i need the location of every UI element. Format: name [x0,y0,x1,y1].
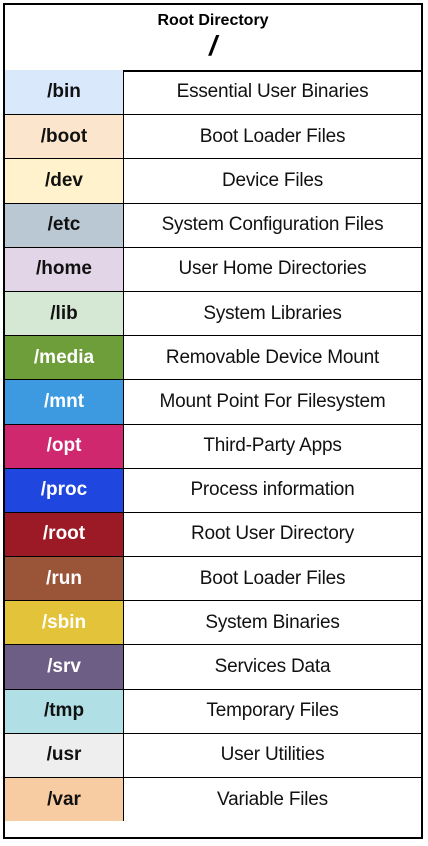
table-row: /opt Third-Party Apps [5,423,421,468]
table-row: /usr User Utilities [5,732,421,777]
directory-description-cell: Removable Device Mount [165,346,380,368]
table-row: /bin Essential User Binaries [5,70,421,115]
table-row: /tmp Temporary Files [5,688,421,733]
directory-description-cell: Third-Party Apps [203,435,342,457]
header-title: Root Directory [157,12,269,29]
table-row: /srv Services Data [5,644,421,689]
directory-description-cell: System Configuration Files [161,214,384,236]
table-row: /var Variable Files [5,777,421,822]
directory-name-cell: /home [5,247,124,291]
table-row: /media Removable Device Mount [5,335,421,380]
directory-name-cell: /usr [5,733,124,777]
table-row: /boot Boot Loader Files [5,114,421,159]
directory-description-cell: Variable Files [217,788,328,810]
table-row: /root Root User Directory [5,511,421,557]
table-row: /home User Home Directories [5,246,421,291]
directory-name-cell: /dev [5,159,124,203]
directory-name-cell: /srv [5,645,124,689]
directory-description-cell: System Libraries [203,302,342,324]
directory-name-cell: /mnt [5,380,124,424]
directory-description-cell: Boot Loader Files [199,125,346,147]
directory-description-cell: User Utilities [220,744,325,766]
directory-name-cell: /boot [5,115,124,159]
table-row: /etc System Configuration Files [5,202,421,247]
directory-name-cell: /etc [5,203,124,247]
directory-description-cell: Services Data [214,656,331,678]
directory-description-cell: Root User Directory [190,523,355,545]
root-symbol: / [209,30,217,61]
directory-description-cell: Boot Loader Files [199,567,346,589]
directory-description-cell: System Binaries [205,611,340,633]
directory-name-cell: /bin [5,70,124,115]
directory-description-cell: Mount Point For Filesystem [159,390,386,412]
table-row: /mnt Mount Point For Filesystem [5,379,421,424]
directory-description-cell: Device Files [221,169,324,191]
table-row: /sbin System Binaries [5,600,421,645]
directory-name-cell: /opt [5,424,124,468]
directory-name-cell: /media [5,336,124,380]
table-header: Root Directory / [5,5,421,72]
table-row: /lib System Libraries [5,290,421,336]
table-row: /run Boot Loader Files [5,556,421,601]
table-row: /dev Device Files [5,158,421,203]
directory-name-cell: /lib [5,291,124,336]
directory-name-cell: /tmp [5,689,124,733]
root-directory-table: Root Directory / /bin Essential User Bina… [3,3,423,839]
directory-rows: /bin Essential User Binaries/boot Boot Loa… [5,70,421,822]
directory-name-cell: /var [5,778,124,822]
directory-name-cell: /proc [5,468,124,512]
directory-description-cell: Temporary Files [206,700,339,722]
directory-description-cell: User Home Directories [178,258,367,280]
directory-description-cell: Essential User Binaries [176,81,369,103]
table-row: /proc Process information [5,467,421,512]
directory-name-cell: /sbin [5,601,124,645]
directory-name-cell: /run [5,557,124,601]
directory-description-cell: Process information [190,479,355,501]
directory-name-cell: /root [5,512,124,557]
